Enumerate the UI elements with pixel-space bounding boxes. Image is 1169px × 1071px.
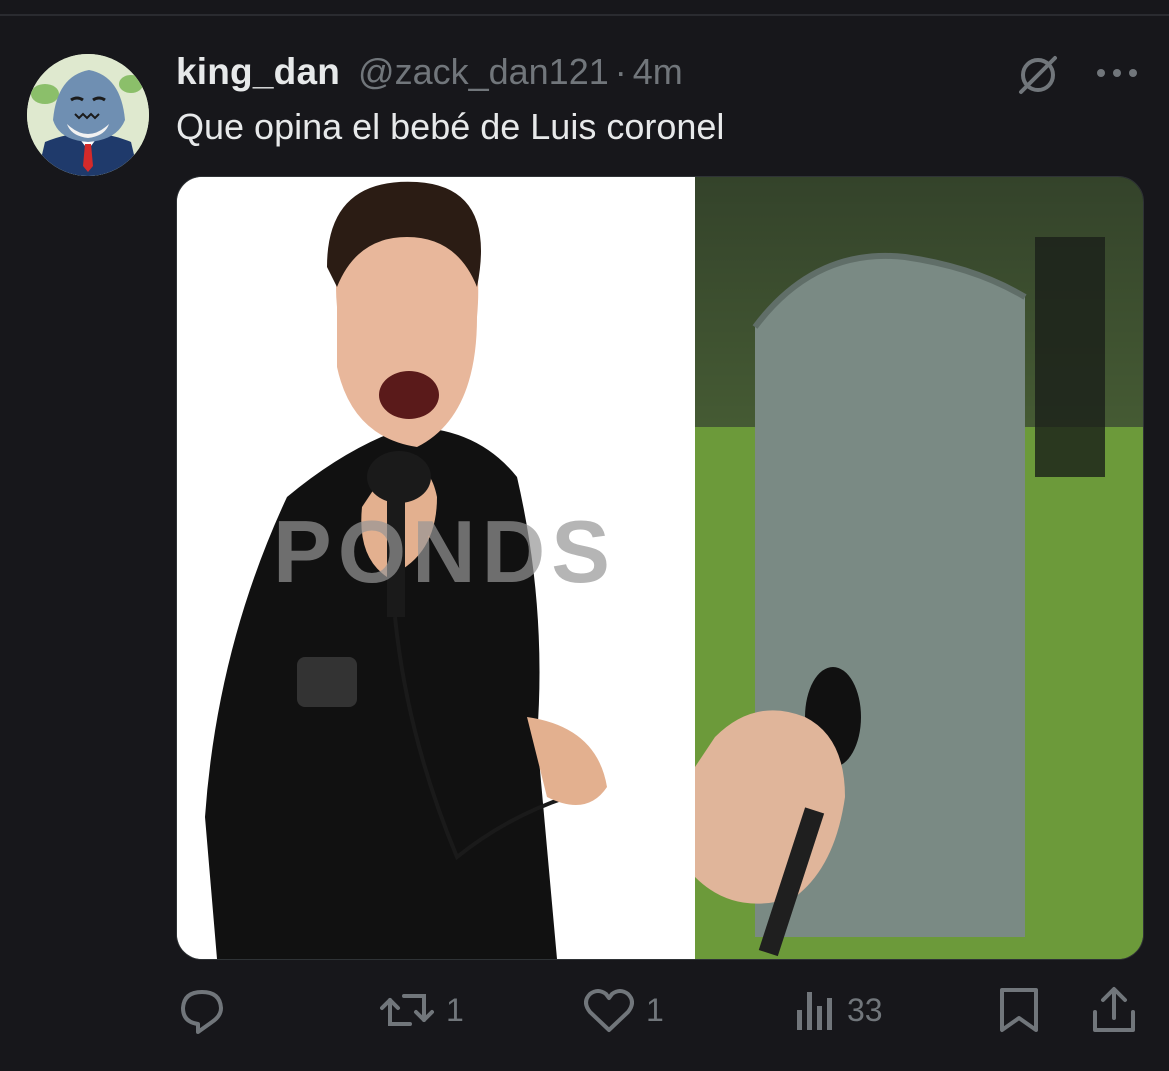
tweet-media[interactable]: PONDS bbox=[176, 176, 1144, 960]
reply-icon bbox=[181, 990, 223, 1034]
tombstone-photo bbox=[695, 177, 1143, 959]
share-button[interactable] bbox=[1091, 980, 1137, 1040]
watermark-text: PONDS bbox=[273, 502, 616, 601]
tweet-header: king_dan @zack_dan121 · 4m bbox=[176, 50, 683, 94]
top-divider bbox=[0, 14, 1169, 16]
author-handle[interactable]: @zack_dan121 bbox=[358, 51, 609, 93]
views-icon bbox=[797, 992, 832, 1030]
grok-icon[interactable] bbox=[1015, 52, 1061, 98]
retweet-count: 1 bbox=[446, 991, 464, 1028]
like-count: 1 bbox=[646, 991, 664, 1028]
heart-icon bbox=[584, 989, 634, 1032]
media-panel-tombstone bbox=[695, 177, 1143, 959]
separator-dot: · bbox=[614, 51, 627, 92]
bookmark-icon bbox=[1000, 988, 1038, 1032]
views-count: 33 bbox=[847, 991, 883, 1028]
timestamp[interactable]: 4m bbox=[633, 51, 683, 93]
avatar[interactable] bbox=[27, 54, 149, 176]
more-icon[interactable] bbox=[1094, 64, 1140, 82]
share-icon bbox=[1093, 987, 1135, 1032]
retweet-button[interactable]: 1 bbox=[380, 980, 464, 1040]
bookmark-button[interactable] bbox=[998, 980, 1040, 1040]
shark-avatar-illustration bbox=[27, 54, 149, 176]
media-panel-singer: PONDS bbox=[177, 177, 695, 959]
views-button[interactable]: 33 bbox=[795, 980, 883, 1040]
author-name[interactable]: king_dan bbox=[176, 51, 340, 93]
action-bar: 1 1 33 bbox=[0, 980, 1169, 1040]
tweet-text: Que opina el bebé de Luis coronel bbox=[176, 106, 725, 147]
like-button[interactable]: 1 bbox=[584, 980, 664, 1040]
reply-button[interactable] bbox=[178, 980, 226, 1040]
retweet-icon bbox=[380, 994, 434, 1026]
